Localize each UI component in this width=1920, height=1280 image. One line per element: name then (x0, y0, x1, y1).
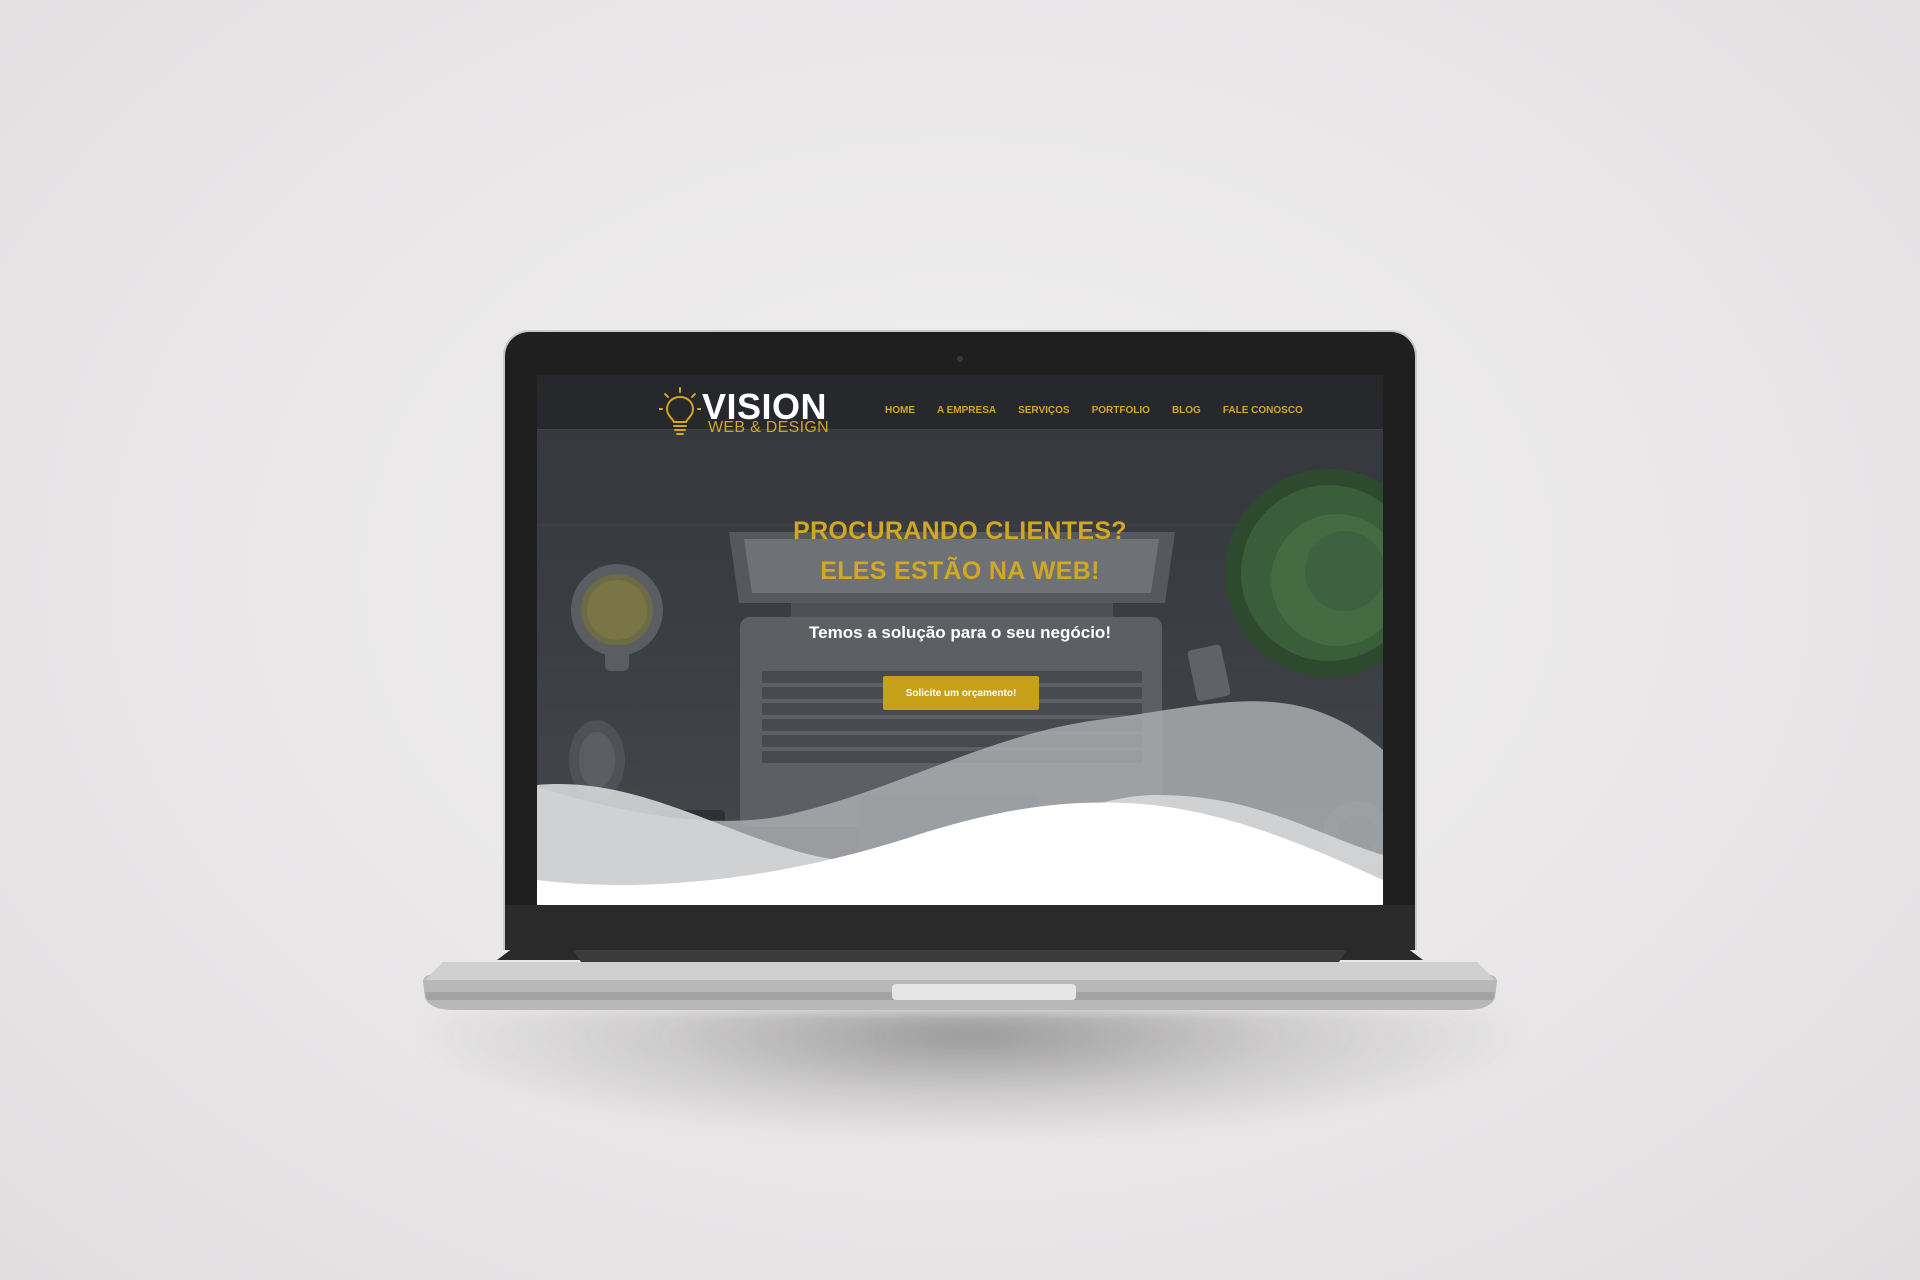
laptop-screen: VISION WEB & DESIGN HOME A EMPRESA SERVI… (537, 375, 1383, 905)
webcam-icon (957, 356, 963, 362)
hero-wave-divider (537, 701, 1383, 905)
laptop-base (423, 948, 1497, 1010)
laptop-shadow (420, 1010, 1520, 1140)
